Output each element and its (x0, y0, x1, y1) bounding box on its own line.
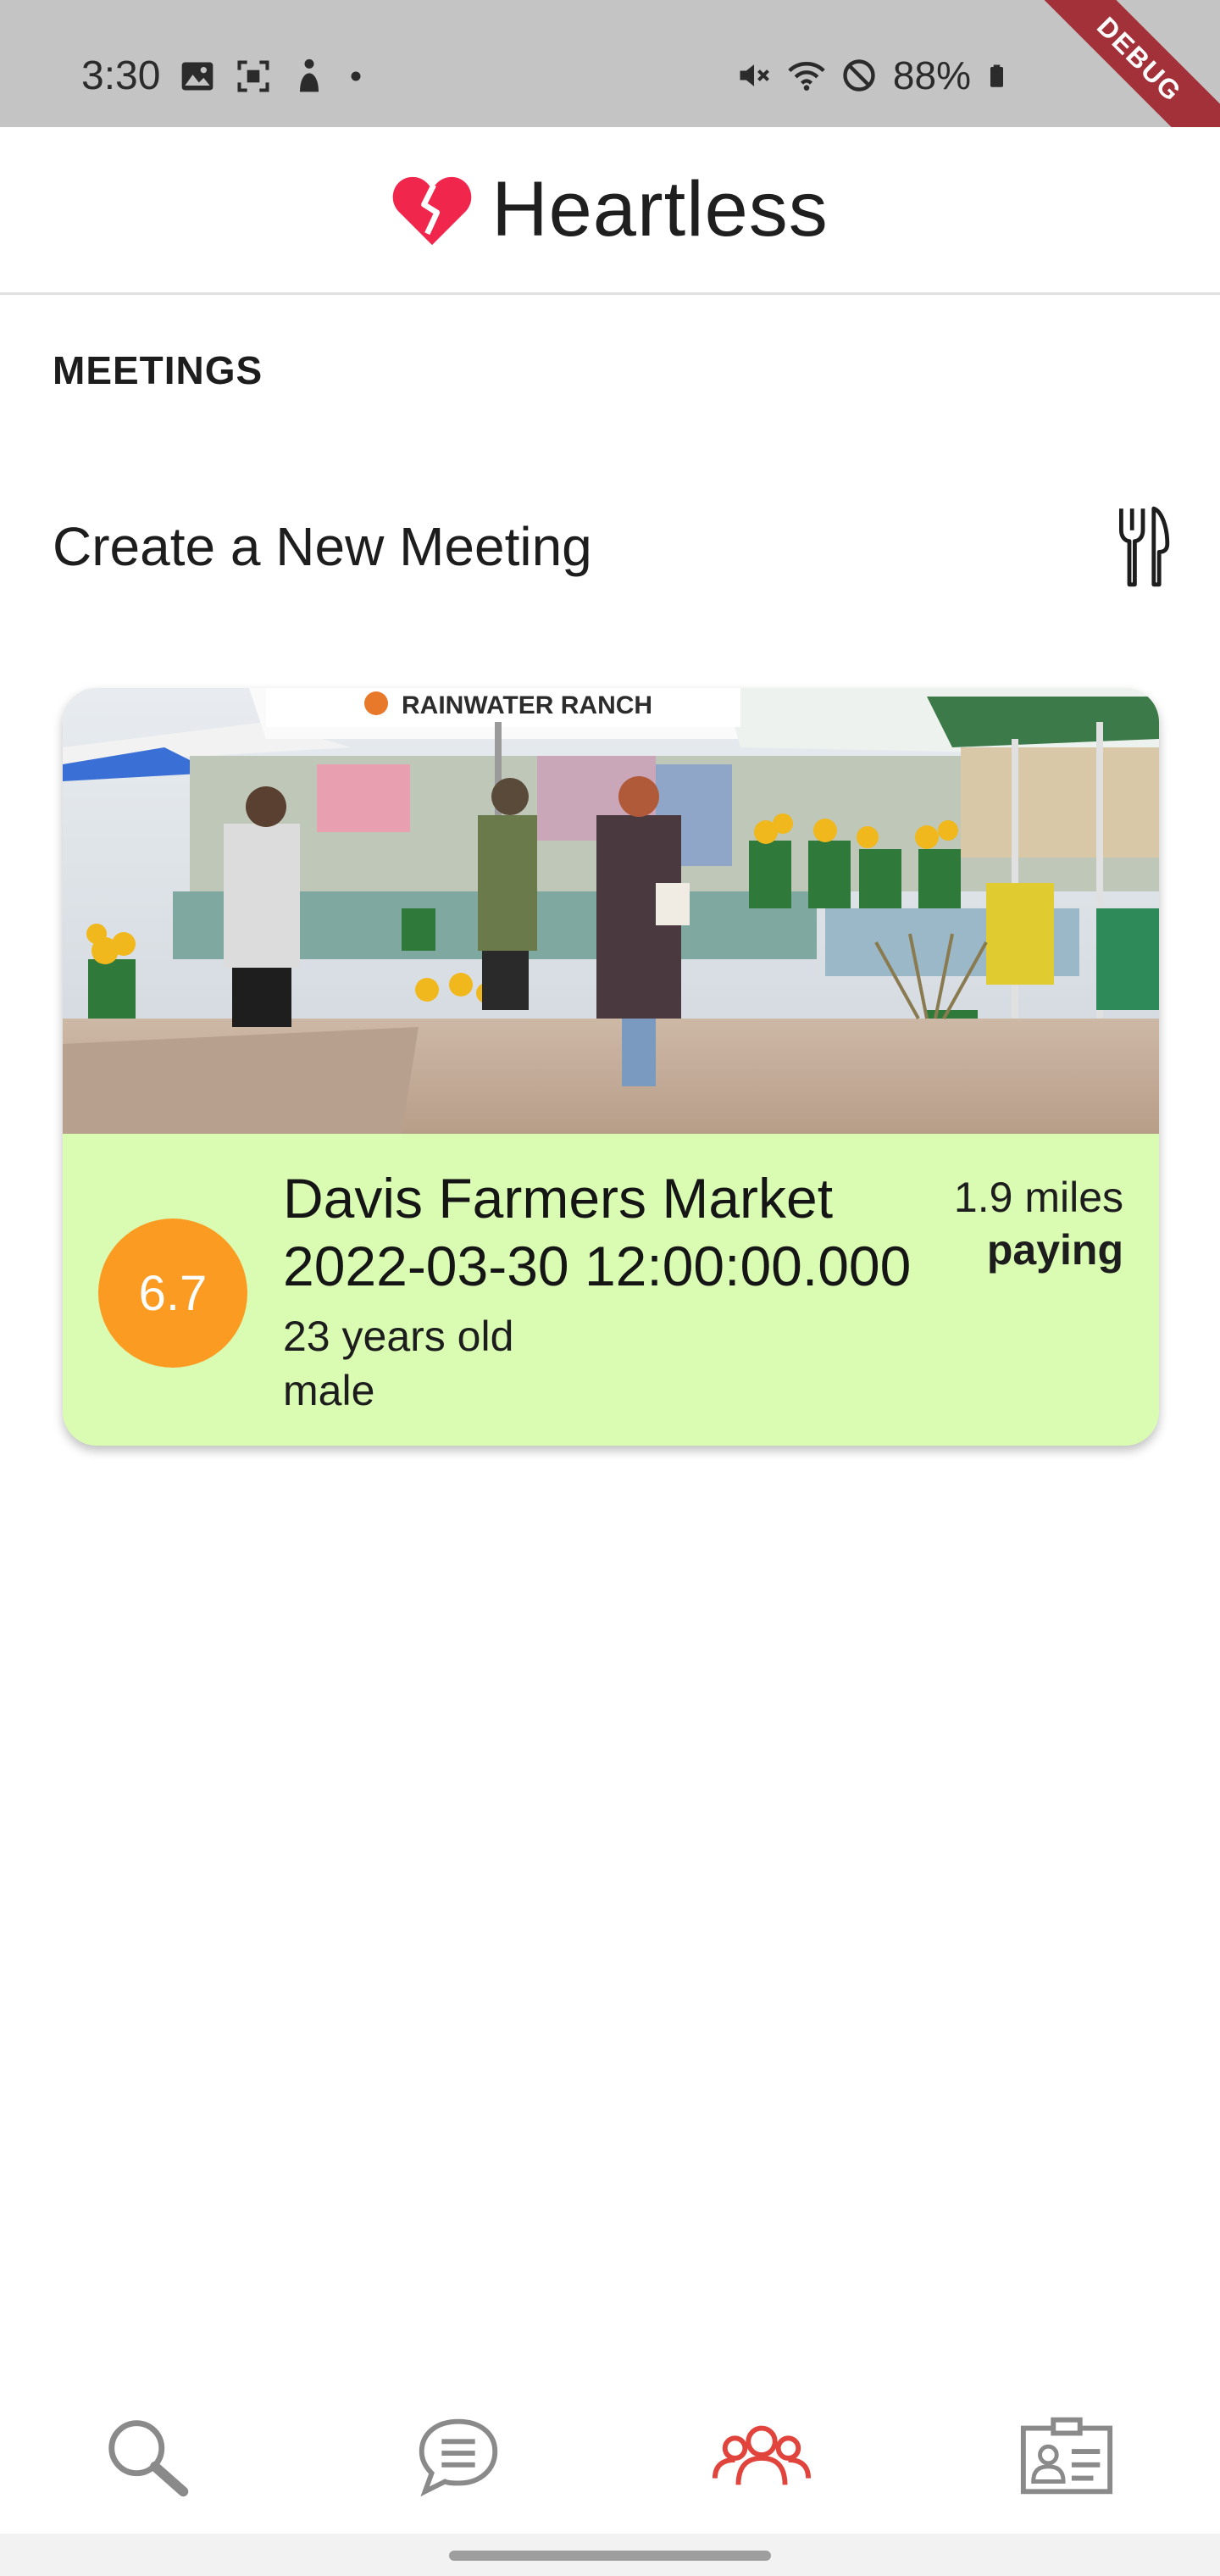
gesture-bar (0, 2534, 1220, 2576)
battery-percent: 88% (892, 53, 971, 97)
photo-banner-text: RAINWATER RANCH (402, 691, 652, 719)
meeting-location-name: Davis Farmers Market (283, 1167, 834, 1230)
battery-icon (990, 64, 1003, 87)
mute-icon (740, 64, 769, 86)
app-bar: Heartless (0, 127, 1220, 295)
score-badge: 6.7 (98, 1219, 247, 1368)
gesture-handle[interactable] (449, 2551, 771, 2561)
section-label: MEETINGS (53, 348, 263, 392)
create-meeting-row[interactable]: Create a New Meeting (53, 500, 1171, 593)
group-icon[interactable] (712, 2414, 812, 2499)
meeting-gender: male (283, 1367, 375, 1414)
meeting-payment: paying (986, 1226, 1123, 1274)
meeting-distance: 1.9 miles (953, 1174, 1123, 1221)
status-bar-right: 88% (735, 53, 1012, 98)
meeting-age: 23 years old (283, 1313, 514, 1360)
status-bar: 3:30 88% (0, 0, 1220, 127)
nav-meetings[interactable] (707, 2410, 817, 2503)
dot-icon (351, 71, 361, 80)
do-not-disturb-icon (843, 59, 875, 92)
score-value: 6.7 (138, 1265, 208, 1321)
meeting-datetime: 2022-03-30 12:00:00.000 (283, 1235, 912, 1297)
utensils-icon[interactable] (1115, 506, 1171, 587)
profile-card-icon[interactable] (1017, 2414, 1117, 2499)
status-bar-left: 3:30 (81, 53, 365, 99)
chat-icon[interactable] (408, 2414, 508, 2499)
accessibility-icon (300, 58, 319, 92)
nav-search[interactable] (95, 2410, 205, 2503)
status-time: 3:30 (81, 53, 161, 98)
meeting-card-body: 6.7 Davis Farmers Market 2022-03-30 12:0… (63, 1134, 1159, 1446)
screenshot-icon (237, 59, 269, 92)
meeting-card[interactable]: RAINWATER RANCH 6.7 Davis Farmers Market… (63, 688, 1159, 1446)
wifi-icon (788, 62, 825, 91)
bottom-nav (0, 2373, 1220, 2534)
farmers-market-photo: RAINWATER RANCH (63, 688, 1159, 1134)
image-icon (182, 62, 214, 90)
nav-chat[interactable] (403, 2410, 513, 2503)
search-icon[interactable] (100, 2414, 200, 2499)
nav-profile[interactable] (1012, 2410, 1122, 2503)
app-title: Heartless (491, 166, 829, 253)
create-meeting-label: Create a New Meeting (53, 516, 592, 577)
broken-heart-icon (392, 176, 472, 245)
